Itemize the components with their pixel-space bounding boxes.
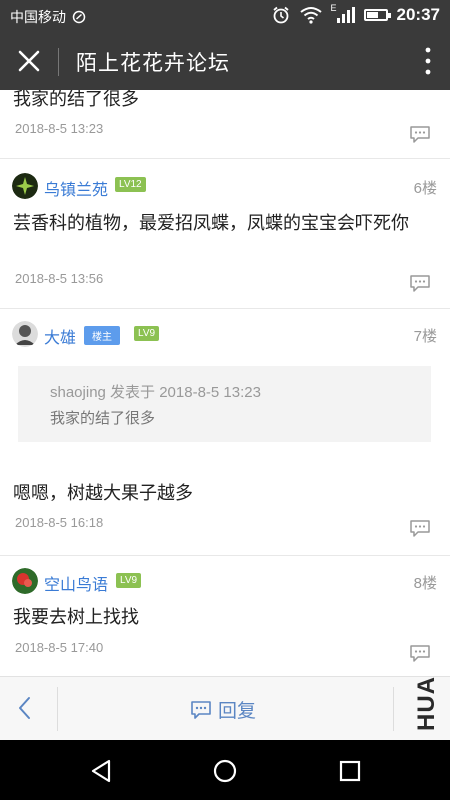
post-date: 2018-8-5 13:56 [15,271,104,286]
title-bar: 陌上花花卉论坛 [0,32,450,90]
more-vert-icon[interactable] [424,46,432,76]
list-item: 大雄 楼主 LV9 7楼 shaojing 发表于 2018-8-5 13:23… [0,309,450,556]
title-divider [58,48,59,76]
level-badge: LV12 [115,177,146,192]
avatar[interactable] [12,568,38,594]
post-text: 嗯嗯，树越大果子越多 [13,483,193,503]
post-date: 2018-8-5 17:40 [15,640,104,655]
avatar[interactable] [12,173,38,199]
notification-icon [72,10,86,24]
close-icon[interactable] [14,46,44,76]
back-icon[interactable] [15,695,33,721]
quote-block: shaojing 发表于 2018-8-5 13:23 我家的结了很多 [18,366,431,442]
post-date: 2018-8-5 13:23 [15,121,104,136]
bottom-divider [57,687,58,731]
floor-number: 8楼 [413,575,437,592]
system-nav-bar [0,740,450,800]
comment-icon[interactable] [409,519,431,537]
reply-label: 回复 [218,701,257,722]
username[interactable]: 乌镇兰苑 [44,176,108,200]
wifi-icon [299,7,322,24]
host-badge: 楼主 [84,326,120,345]
level-badge: LV9 [134,326,160,341]
username[interactable]: 大雄 [44,324,76,348]
watermark-text: HUA [413,676,440,731]
carrier-label: 中国移动 [10,9,66,25]
nav-home-icon[interactable] [211,757,239,785]
signal-icon [336,7,355,23]
post-text: 我要去树上找找 [13,607,139,627]
avatar[interactable] [12,321,38,347]
level-badge: LV9 [116,573,142,588]
status-bar: 中国移动 E 20:37 [0,0,450,32]
bottom-divider [393,687,394,731]
comment-icon[interactable] [409,125,431,143]
clock: 20:37 [396,5,440,24]
username[interactable]: 空山鸟语 [44,571,108,595]
battery-icon [363,9,391,21]
post-date: 2018-8-5 16:18 [15,515,104,530]
list-item: 我家的结了很多 2018-8-5 13:23 [0,90,450,159]
bottom-bar: 回复 HUA [0,676,450,740]
floor-number: 7楼 [413,328,437,345]
quote-text: 我家的结了很多 [50,410,156,427]
post-text: 芸香科的植物，最爱招凤蝶，凤蝶的宝宝会吓死你 [13,213,409,233]
comment-icon[interactable] [409,274,431,292]
nav-back-icon[interactable] [87,757,115,785]
list-item: 空山鸟语 LV9 8楼 我要去树上找找 2018-8-5 17:40 [0,556,450,676]
reply-icon [191,700,211,719]
quote-header: shaojing 发表于 2018-8-5 13:23 [50,384,261,401]
page-title: 陌上花花卉论坛 [76,52,230,75]
reply-button[interactable]: 回复 [190,696,256,723]
floor-number: 6楼 [413,180,437,197]
list-item: 乌镇兰苑 LV12 6楼 芸香科的植物，最爱招凤蝶，凤蝶的宝宝会吓死你 2018… [0,159,450,309]
comment-icon[interactable] [409,644,431,662]
alarm-icon [272,6,289,24]
post-text: 我家的结了很多 [13,90,139,109]
watermark: HUA [413,676,443,737]
thread-content[interactable]: 我家的结了很多 2018-8-5 13:23 乌镇兰苑 LV12 6楼 芸香科的… [0,90,450,676]
nav-recents-icon[interactable] [336,757,364,785]
